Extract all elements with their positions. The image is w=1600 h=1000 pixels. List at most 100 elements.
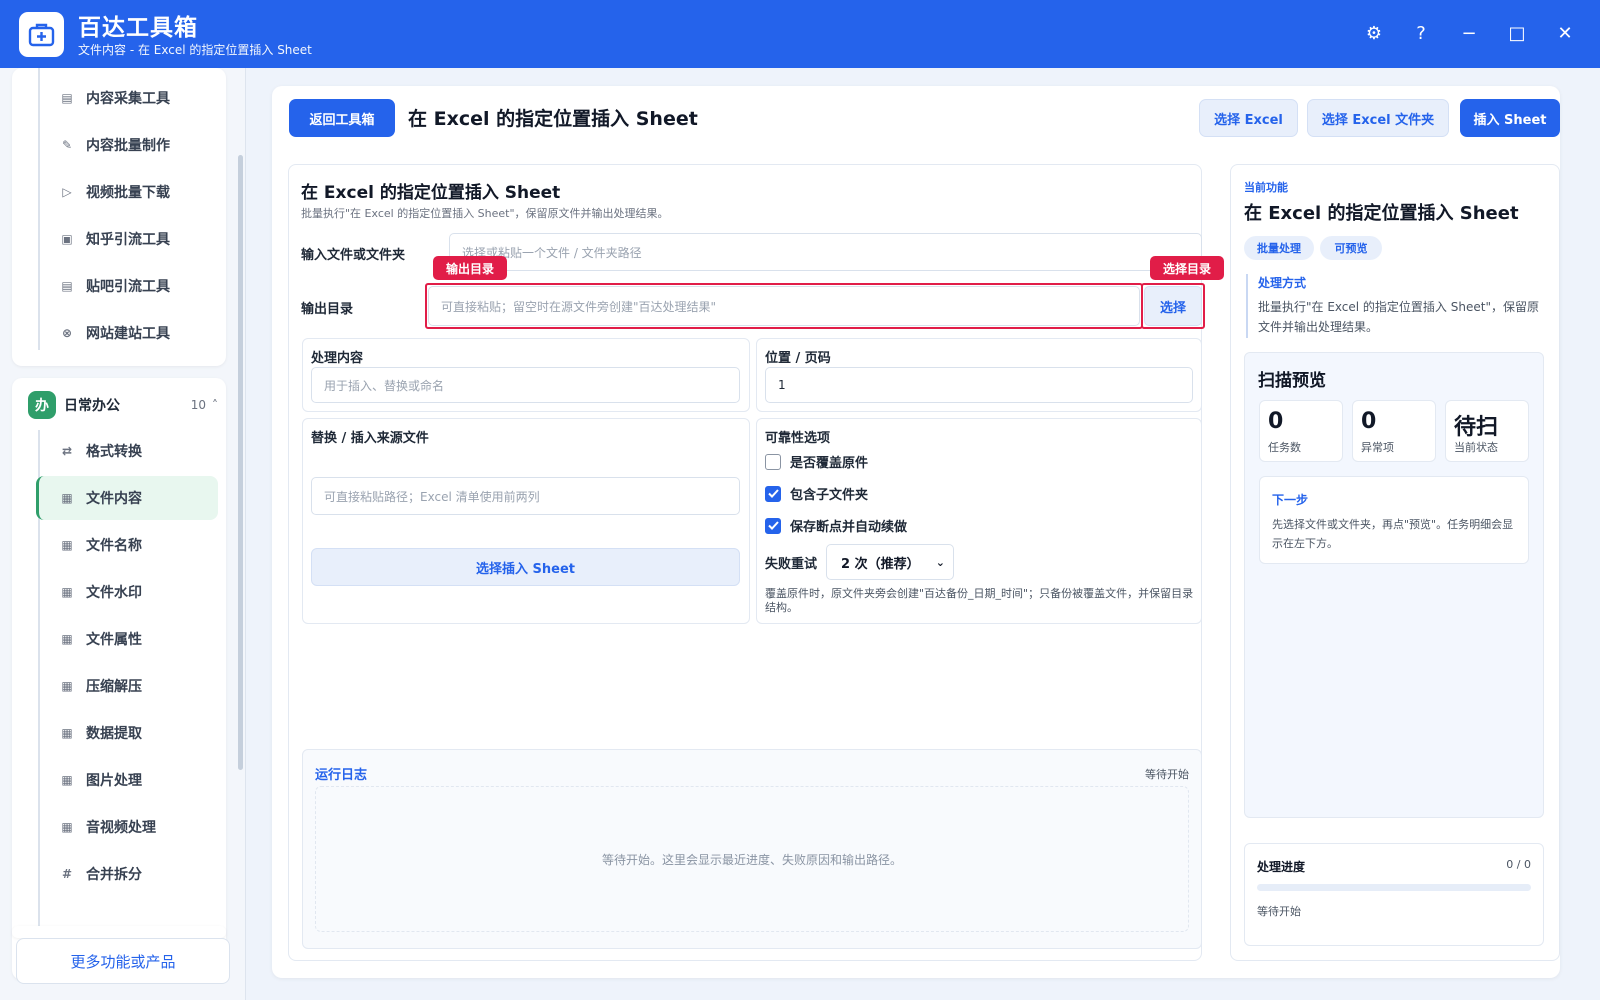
stat-value: 待扫 xyxy=(1454,415,1499,440)
next-step-text: 先选择文件或文件夹，再点"预览"。任务明细会显示在左下方。 xyxy=(1272,518,1514,550)
sidebar-item-media[interactable]: ▦ 音视频处理 xyxy=(36,805,216,849)
method-title: 处理方式 xyxy=(1258,276,1307,290)
current-feature-title: 在 Excel 的指定位置插入 Sheet xyxy=(1244,203,1519,224)
sidebar-item-label: 数据提取 xyxy=(86,726,142,742)
doc-icon: ▤ xyxy=(61,91,73,105)
sidebar-item-label: 文件水印 xyxy=(86,585,142,601)
current-feature-eyebrow: 当前功能 xyxy=(1244,181,1288,194)
overwrite-label: 是否覆盖原件 xyxy=(790,456,869,471)
progress-card: 处理进度 0 / 0 等待开始 xyxy=(1244,843,1544,946)
source-field[interactable]: 可直接粘贴路径；Excel 清单使用前两列 xyxy=(311,477,740,515)
sidebar-item-label: 格式转换 xyxy=(86,444,142,460)
sidebar-group-header[interactable]: 办 日常办公 10 ˄ xyxy=(28,388,218,422)
output-label: 输出目录 xyxy=(301,302,354,317)
overwrite-option[interactable]: 是否覆盖原件 xyxy=(765,452,868,471)
sidebar: ▤ 内容采集工具 ✎ 内容批量制作 ▷ 视频批量下载 ▣ 知乎引流工具 ▤ 贴吧引流工具 … xyxy=(0,68,246,1000)
chevron-up-icon[interactable]: ˄ xyxy=(212,398,218,412)
sidebar-item-file-name[interactable]: ▦ 文件名称 xyxy=(36,523,216,567)
subfolders-checkbox[interactable] xyxy=(765,485,781,502)
resume-option[interactable]: 保存断点并自动续做 xyxy=(765,516,907,535)
grid-icon: ▦ xyxy=(61,820,73,834)
check-icon xyxy=(767,521,779,530)
reliability-label: 可靠性选项 xyxy=(765,431,831,446)
globe-icon: ⊗ xyxy=(61,326,73,340)
sidebar-item-website[interactable]: ⊗ 网站建站工具 xyxy=(36,311,216,355)
progress-bar xyxy=(1257,884,1531,891)
chip-batch: 批量处理 xyxy=(1244,236,1314,260)
sidebar-item-label: 压缩解压 xyxy=(86,679,142,695)
scan-title: 扫描预览 xyxy=(1258,371,1326,391)
sidebar-item-video-download[interactable]: ▷ 视频批量下载 xyxy=(36,170,216,214)
select-excel-folder-button[interactable]: 选择 Excel 文件夹 xyxy=(1307,99,1449,137)
back-button[interactable]: 返回工具箱 xyxy=(289,99,395,137)
retry-value: 2 次（推荐） xyxy=(841,556,920,572)
minimize-button[interactable]: − xyxy=(1456,21,1482,47)
sidebar-item-label: 图片处理 xyxy=(86,773,142,789)
select-excel-button[interactable]: 选择 Excel xyxy=(1199,99,1298,137)
content-field[interactable]: 用于插入、替换或命名 xyxy=(311,367,740,403)
method-text: 批量执行"在 Excel 的指定位置插入 Sheet"，保留原文件并输出处理结果… xyxy=(1258,300,1539,334)
close-button[interactable]: ✕ xyxy=(1552,21,1578,47)
toolbox-icon xyxy=(28,23,55,47)
sidebar-item-label: 文件内容 xyxy=(86,491,142,507)
sidebar-item-zhihu[interactable]: ▣ 知乎引流工具 xyxy=(36,217,216,261)
form-title: 在 Excel 的指定位置插入 Sheet xyxy=(301,183,561,203)
sidebar-item-data-extract[interactable]: ▦ 数据提取 xyxy=(36,711,216,755)
subfolders-option[interactable]: 包含子文件夹 xyxy=(765,484,868,503)
resume-checkbox[interactable] xyxy=(765,517,781,534)
log-title: 运行日志 xyxy=(315,768,368,783)
app-logo xyxy=(19,12,64,57)
maximize-button[interactable]: □ xyxy=(1504,21,1530,47)
sidebar-item-label: 文件属性 xyxy=(86,632,142,648)
zhihu-icon: ▣ xyxy=(61,232,73,246)
log-content: 等待开始。这里会显示最近进度、失败原因和输出路径。 xyxy=(315,786,1189,932)
grid-icon: ▦ xyxy=(61,679,73,693)
content-label: 处理内容 xyxy=(311,351,364,366)
app-subtitle: 文件内容 - 在 Excel 的指定位置插入 Sheet xyxy=(78,43,312,57)
sidebar-item-file-attr[interactable]: ▦ 文件属性 xyxy=(36,617,216,661)
help-icon[interactable]: ? xyxy=(1408,21,1434,47)
source-label: 替换 / 插入来源文件 xyxy=(311,431,429,446)
grid-icon: ▦ xyxy=(61,538,73,552)
input-path-field[interactable]: 选择或粘贴一个文件 / 文件夹路径 xyxy=(449,233,1202,271)
video-icon: ▷ xyxy=(62,185,72,199)
chevron-down-icon: ⌄ xyxy=(935,555,945,569)
tieba-icon: ▤ xyxy=(61,279,73,293)
insert-sheet-button[interactable]: 插入 Sheet xyxy=(1460,99,1560,137)
sidebar-item-compress[interactable]: ▦ 压缩解压 xyxy=(36,664,216,708)
sidebar-item-tieba[interactable]: ▤ 贴吧引流工具 xyxy=(36,264,216,308)
group-badge: 办 xyxy=(28,391,56,419)
grid-icon: ▦ xyxy=(61,491,73,505)
position-label: 位置 / 页码 xyxy=(765,351,831,366)
retry-label: 失败重试 xyxy=(765,557,818,572)
progress-status: 等待开始 xyxy=(1257,905,1301,918)
sidebar-card-tools: ▤ 内容采集工具 ✎ 内容批量制作 ▷ 视频批量下载 ▣ 知乎引流工具 ▤ 贴吧引流工具 … xyxy=(12,68,226,366)
grid-icon: ▦ xyxy=(61,773,73,787)
position-field[interactable]: 1 xyxy=(765,367,1193,403)
sidebar-item-file-content[interactable]: ▦ 文件内容 xyxy=(36,476,218,520)
swap-icon: ⇄ xyxy=(61,444,73,458)
sidebar-item-merge-split[interactable]: # 合并拆分 xyxy=(36,852,216,896)
source-section xyxy=(302,418,750,624)
settings-icon[interactable]: ⚙ xyxy=(1361,21,1387,47)
sidebar-item-content-batch[interactable]: ✎ 内容批量制作 xyxy=(36,123,216,167)
sidebar-item-image[interactable]: ▦ 图片处理 xyxy=(36,758,216,802)
sidebar-item-label: 音视频处理 xyxy=(86,820,156,836)
overwrite-checkbox[interactable] xyxy=(765,453,781,470)
sidebar-scrollbar[interactable] xyxy=(238,155,243,770)
stat-exceptions: 0 异常项 xyxy=(1352,400,1436,462)
retry-select[interactable]: 2 次（推荐） ⌄ xyxy=(826,544,954,580)
sidebar-item-label: 视频批量下载 xyxy=(86,185,170,201)
more-products-button[interactable]: 更多功能或产品 xyxy=(16,938,230,984)
stat-caption: 当前状态 xyxy=(1454,441,1498,454)
sidebar-item-label: 内容采集工具 xyxy=(86,91,170,107)
sidebar-item-watermark[interactable]: ▦ 文件水印 xyxy=(36,570,216,614)
next-step-card: 下一步 先选择文件或文件夹，再点"预览"。任务明细会显示在左下方。 xyxy=(1259,476,1529,564)
stat-caption: 异常项 xyxy=(1361,441,1394,454)
sidebar-item-content-collect[interactable]: ▤ 内容采集工具 xyxy=(36,76,216,120)
sidebar-item-format-convert[interactable]: ⇄ 格式转换 xyxy=(36,429,216,473)
select-insert-sheet-button[interactable]: 选择插入 Sheet xyxy=(311,548,740,586)
next-step-title: 下一步 xyxy=(1272,493,1309,507)
subfolders-label: 包含子文件夹 xyxy=(790,488,869,503)
sidebar-card-office: 办 日常办公 10 ˄ ⇄ 格式转换 ▦ 文件内容 ▦ 文件名称 ▦ 文件水印 ▦ 文件属… xyxy=(12,378,226,980)
